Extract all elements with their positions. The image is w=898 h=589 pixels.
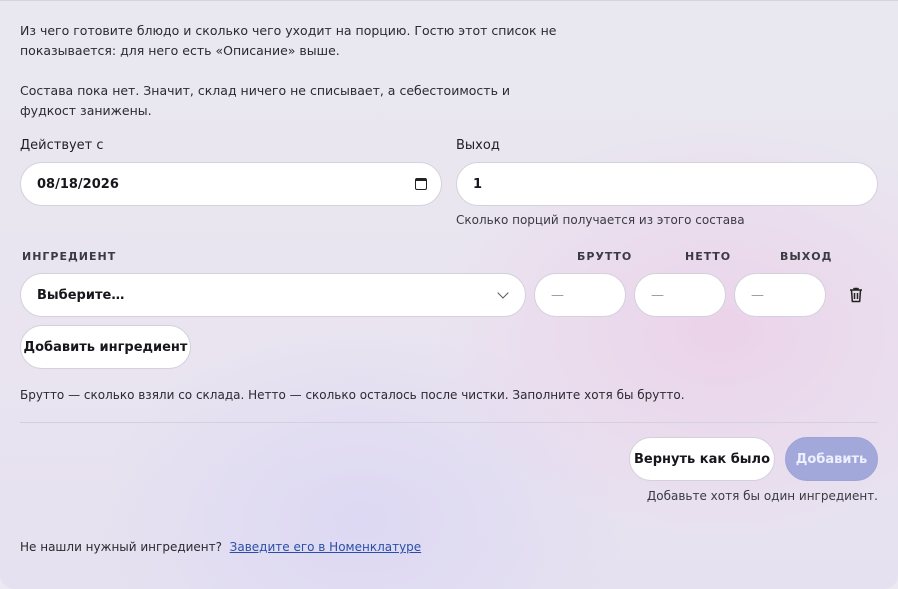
calendar-icon[interactable] — [415, 178, 427, 190]
column-header-net: НЕТТО — [685, 250, 732, 263]
column-header-gross: БРУТТО — [577, 250, 633, 263]
intro-text: Из чего готовите блюдо и сколько чего ух… — [20, 21, 556, 61]
yield-hint: Сколько порций получается из этого соста… — [456, 213, 745, 227]
footer-question: Не нашли нужный ингредиент? — [20, 540, 223, 554]
yield-label: Выход — [456, 138, 500, 153]
yield-input[interactable]: 1 — [456, 162, 878, 206]
column-header-yield: ВЫХОД — [780, 250, 833, 263]
trash-icon[interactable] — [847, 286, 865, 304]
ingredient-select[interactable]: Выберите… — [20, 273, 526, 317]
yield-value: 1 — [473, 176, 483, 192]
intro-line-2: показывается: для него есть «Описание» в… — [20, 43, 340, 58]
recipe-composition-panel: Из чего готовите блюдо и сколько чего ух… — [0, 0, 898, 589]
empty-composition-warning: Состава пока нет. Значит, склад ничего н… — [20, 81, 510, 121]
net-input[interactable]: — — [634, 273, 726, 317]
gross-net-hint: Брутто — сколько взяли со склада. Нетто … — [20, 388, 685, 402]
divider — [20, 422, 878, 423]
column-header-ingredient: ИНГРЕДИЕНТ — [22, 250, 117, 263]
submit-hint: Добавьте хотя бы один ингредиент. — [646, 489, 878, 503]
submit-button[interactable]: Добавить — [785, 437, 878, 481]
gross-placeholder: — — [551, 287, 564, 303]
add-ingredient-button[interactable]: Добавить ингредиент — [20, 325, 191, 369]
nomenclature-link[interactable]: Заведите его в Номенклатуре — [230, 540, 422, 554]
intro-line-1: Из чего готовите блюдо и сколько чего ух… — [20, 23, 557, 38]
ingredient-select-value: Выберите… — [37, 287, 125, 303]
revert-button[interactable]: Вернуть как было — [629, 437, 775, 481]
chevron-down-icon — [497, 287, 509, 299]
warning-line-1: Состава пока нет. Значит, склад ничего н… — [20, 83, 511, 98]
effective-date-value: 08/18/2026 — [37, 176, 119, 192]
row-yield-input[interactable]: — — [734, 273, 826, 317]
row-yield-placeholder: — — [751, 287, 764, 303]
gross-input[interactable]: — — [534, 273, 626, 317]
effective-date-input[interactable]: 08/18/2026 — [20, 162, 442, 206]
effective-date-label: Действует с — [20, 138, 104, 153]
footer-hint: Не нашли нужный ингредиент? Заведите его… — [20, 540, 421, 554]
warning-line-2: фудкост занижены. — [20, 103, 152, 118]
net-placeholder: — — [651, 287, 664, 303]
